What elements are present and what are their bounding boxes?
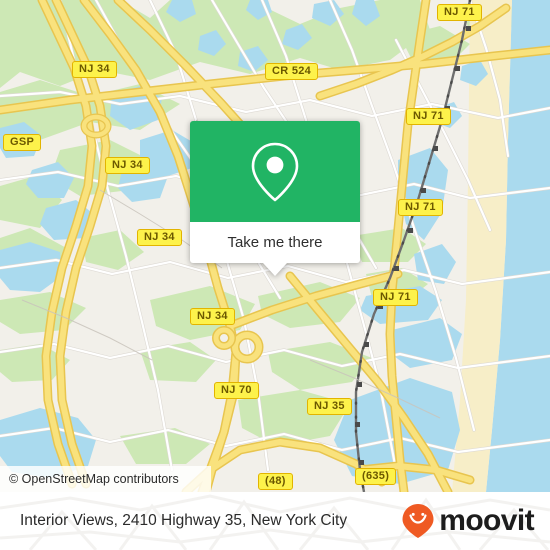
shield-nj-34-mid[interactable]: NJ 34 xyxy=(105,157,150,174)
shield-cr-635[interactable]: (635) xyxy=(355,468,397,485)
map-attribution-bar: © OpenStreetMap contributors xyxy=(0,466,211,492)
shield-nj-71-mid[interactable]: NJ 71 xyxy=(398,199,443,216)
location-title: Interior Views, 2410 Highway 35, New Yor… xyxy=(20,512,348,529)
shield-nj-71-top[interactable]: NJ 71 xyxy=(437,4,482,21)
shield-nj-34-lower[interactable]: NJ 34 xyxy=(137,229,182,246)
footer-content: Interior Views, 2410 Highway 35, New Yor… xyxy=(0,492,550,550)
take-me-there-button[interactable]: Take me there xyxy=(227,234,322,251)
popup-action-row[interactable]: Take me there xyxy=(190,222,360,263)
shield-nj-34-top[interactable]: NJ 34 xyxy=(72,61,117,78)
moovit-brand[interactable]: moovit xyxy=(401,503,535,539)
popup-header xyxy=(190,121,360,222)
shield-cr-524[interactable]: CR 524 xyxy=(265,63,319,80)
shield-nj-35[interactable]: NJ 35 xyxy=(307,398,352,415)
shield-gsp[interactable]: GSP xyxy=(3,134,42,151)
map-canvas[interactable]: NJ 71 NJ 34 CR 524 NJ 71 GSP NJ 34 NJ 71… xyxy=(0,0,550,492)
shield-nj-70[interactable]: NJ 70 xyxy=(214,382,259,399)
screenshot-root: NJ 71 NJ 34 CR 524 NJ 71 GSP NJ 34 NJ 71… xyxy=(0,0,550,550)
popup-tail-pointer xyxy=(263,263,287,276)
shield-nj-71-lower[interactable]: NJ 71 xyxy=(373,289,418,306)
moovit-wordmark: moovit xyxy=(439,504,534,537)
footer-bar: Interior Views, 2410 Highway 35, New Yor… xyxy=(0,492,550,550)
moovit-pin-smile-icon xyxy=(402,504,434,538)
shield-nj-71-upper[interactable]: NJ 71 xyxy=(406,108,451,125)
shield-nj-34-bottom[interactable]: NJ 34 xyxy=(190,308,235,325)
location-popup-card[interactable]: Take me there xyxy=(190,121,360,276)
shield-cr-48[interactable]: (48) xyxy=(258,473,293,490)
osm-attribution-text[interactable]: © OpenStreetMap contributors xyxy=(9,472,179,486)
location-pin-icon xyxy=(251,142,299,201)
